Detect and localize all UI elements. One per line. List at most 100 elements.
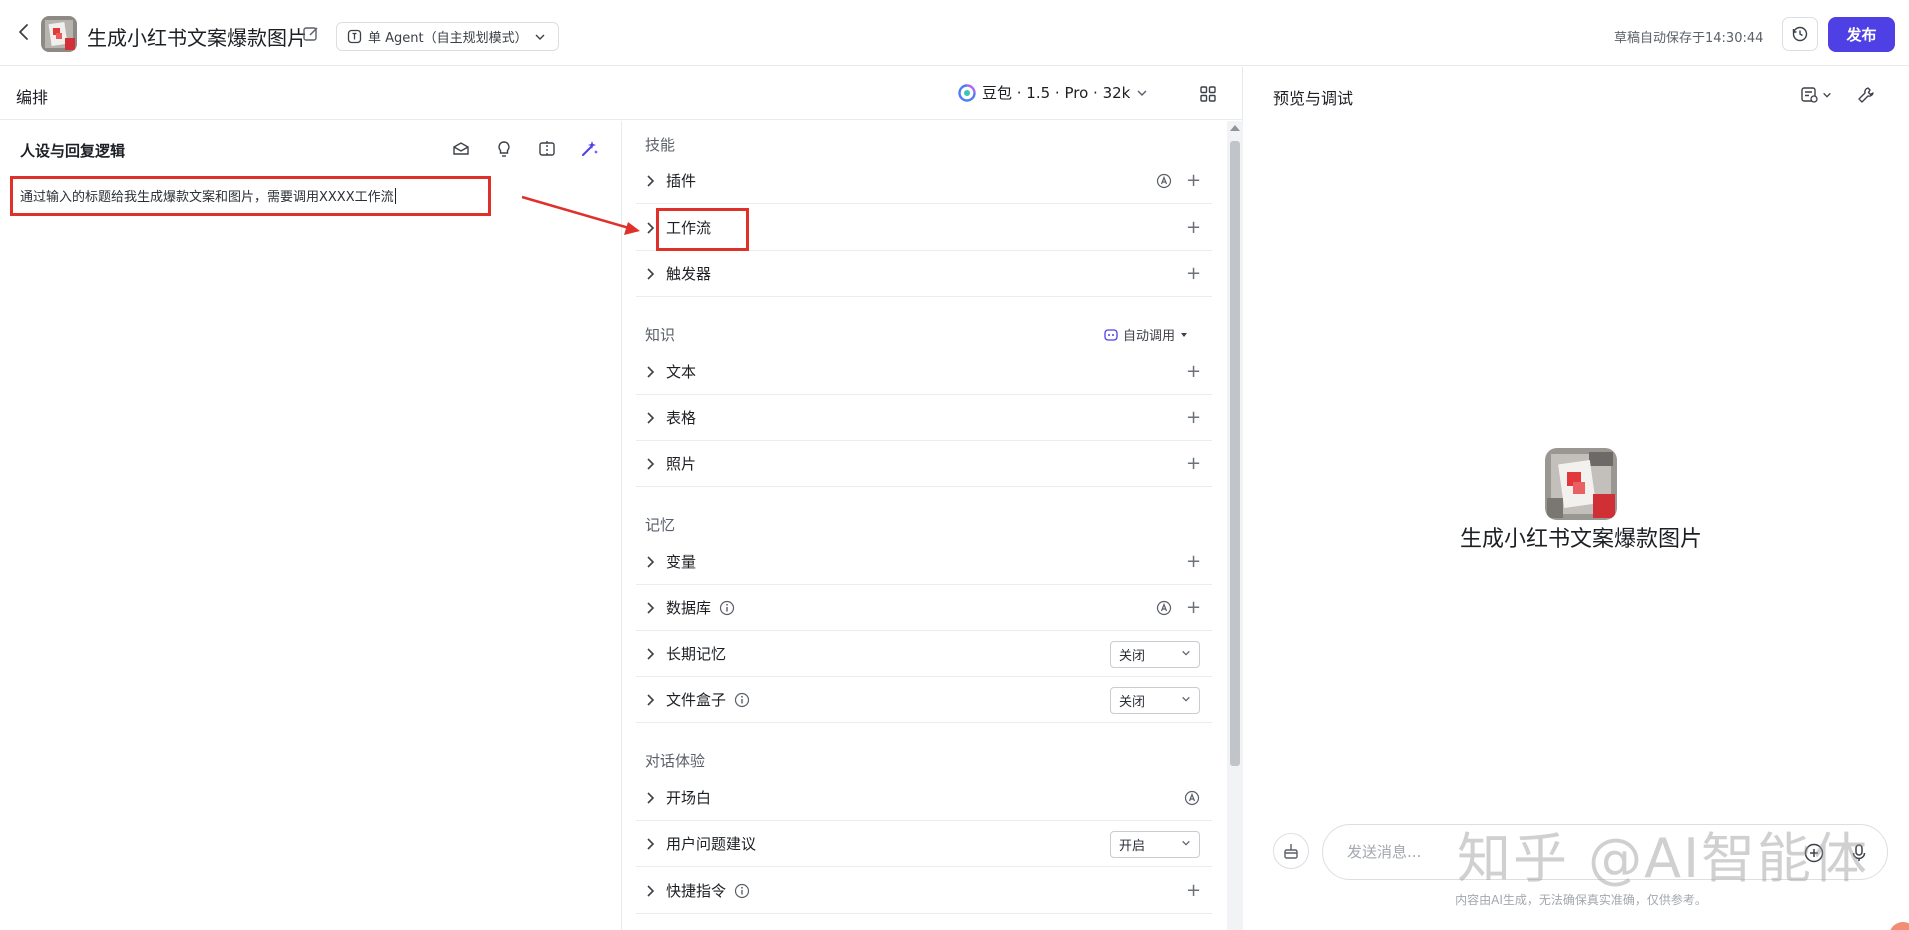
row-actions: + bbox=[1186, 205, 1201, 251]
capability-row[interactable]: 变量 + bbox=[636, 539, 1212, 585]
add-plus-icon[interactable]: + bbox=[1186, 172, 1201, 190]
chevron-right-icon[interactable] bbox=[646, 693, 660, 707]
capability-label: 开场白 bbox=[666, 789, 712, 807]
capability-row[interactable]: 照片 + bbox=[636, 441, 1212, 487]
capability-row[interactable]: 数据库 + bbox=[636, 585, 1212, 631]
capability-label: 快捷指令 bbox=[666, 882, 727, 900]
chevron-down-icon bbox=[1181, 647, 1191, 662]
model-selector[interactable]: 豆包 · 1.5 · Pro · 32k bbox=[958, 82, 1148, 103]
row-actions: + bbox=[1186, 441, 1201, 487]
watermark: 知乎 @AI智能体 bbox=[1457, 827, 1870, 890]
capability-row[interactable]: 表格 + bbox=[636, 395, 1212, 441]
capability-row[interactable]: 长期记忆 关闭 bbox=[636, 631, 1212, 677]
scrollbar[interactable] bbox=[1227, 121, 1243, 930]
auto-call-selector[interactable]: 自动调用 bbox=[1104, 325, 1188, 344]
capability-row[interactable]: 触发器 + bbox=[636, 251, 1212, 297]
persona-title: 人设与回复逻辑 bbox=[20, 142, 126, 160]
agent-mode-selector[interactable]: 单 Agent（自主规划模式） bbox=[336, 22, 559, 51]
capability-row[interactable]: 快捷指令 + bbox=[636, 868, 1212, 914]
compare-icon[interactable] bbox=[536, 138, 558, 160]
persona-section: 人设与回复逻辑 通过输入的标题给我生成爆款文案和图片，需要调用XXXX工作流 bbox=[0, 121, 622, 930]
layout-grid-icon[interactable] bbox=[1198, 84, 1218, 104]
row-actions: 关闭 bbox=[1110, 677, 1200, 723]
chevron-down-icon bbox=[1137, 90, 1147, 96]
chevron-right-icon[interactable] bbox=[646, 884, 660, 898]
row-actions: + bbox=[1156, 585, 1201, 631]
wrench-icon[interactable] bbox=[1856, 85, 1876, 105]
toggle-select[interactable]: 开启 bbox=[1110, 830, 1200, 858]
capability-label: 数据库 bbox=[666, 599, 712, 617]
row-actions: + bbox=[1186, 349, 1201, 395]
persona-prompt-text: 通过输入的标题给我生成爆款文案和图片，需要调用XXXX工作流 bbox=[20, 190, 394, 205]
caret-down-icon bbox=[1181, 332, 1188, 337]
add-plus-icon[interactable]: + bbox=[1186, 599, 1201, 617]
agent-mode-label: 单 Agent（自主规划模式） bbox=[368, 31, 528, 46]
chevron-right-icon[interactable] bbox=[646, 411, 660, 425]
scroll-up-icon[interactable] bbox=[1230, 125, 1240, 131]
capability-row[interactable]: 开场白 bbox=[636, 775, 1212, 821]
capability-label: 表格 bbox=[666, 409, 697, 427]
select-value: 关闭 bbox=[1119, 648, 1146, 664]
debug-detail-icon[interactable] bbox=[1800, 85, 1836, 105]
floating-assistant-button[interactable] bbox=[1889, 922, 1909, 930]
scrollbar-thumb[interactable] bbox=[1230, 141, 1240, 766]
select-value: 开启 bbox=[1119, 838, 1146, 854]
add-plus-icon[interactable]: + bbox=[1186, 455, 1201, 473]
add-plus-icon[interactable]: + bbox=[1186, 409, 1201, 427]
lightbulb-icon[interactable] bbox=[493, 138, 515, 160]
row-actions: + bbox=[1186, 539, 1201, 585]
add-plus-icon[interactable]: + bbox=[1186, 882, 1201, 900]
row-actions: + bbox=[1186, 868, 1201, 914]
select-value: 关闭 bbox=[1119, 694, 1146, 710]
chevron-right-icon[interactable] bbox=[646, 174, 660, 188]
publish-button[interactable]: 发布 bbox=[1828, 17, 1895, 52]
ai-optimize-icon[interactable] bbox=[578, 138, 600, 160]
chevron-right-icon[interactable] bbox=[646, 267, 660, 281]
skills-section-title: 技能 bbox=[645, 136, 676, 154]
back-arrow-icon[interactable] bbox=[14, 22, 34, 42]
chevron-right-icon[interactable] bbox=[646, 365, 660, 379]
workflow-annotation-box bbox=[656, 208, 749, 251]
edit-icon[interactable] bbox=[302, 25, 320, 43]
persona-prompt-input[interactable]: 通过输入的标题给我生成爆款文案和图片，需要调用XXXX工作流 bbox=[10, 176, 491, 216]
chevron-right-icon[interactable] bbox=[646, 555, 660, 569]
bot-avatar-large bbox=[1545, 448, 1617, 520]
add-plus-icon[interactable]: + bbox=[1186, 363, 1201, 381]
capability-row[interactable]: 用户问题建议 开启 bbox=[636, 821, 1212, 867]
toggle-select[interactable]: 关闭 bbox=[1110, 640, 1200, 668]
toggle-select[interactable]: 关闭 bbox=[1110, 686, 1200, 714]
row-actions: 关闭 bbox=[1110, 631, 1200, 677]
history-icon bbox=[1792, 26, 1808, 42]
draft-save-status: 草稿自动保存于14:30:44 bbox=[1614, 31, 1764, 46]
row-actions: + bbox=[1186, 251, 1201, 297]
chevron-down-icon bbox=[1823, 92, 1831, 98]
chevron-right-icon[interactable] bbox=[646, 837, 660, 851]
auto-mode-icon[interactable] bbox=[1156, 173, 1172, 189]
doubao-logo-icon bbox=[958, 83, 976, 102]
bot-avatar-small[interactable] bbox=[41, 16, 77, 52]
prompt-library-icon[interactable] bbox=[450, 138, 472, 160]
chevron-right-icon[interactable] bbox=[646, 457, 660, 471]
broom-icon bbox=[1284, 844, 1298, 859]
chevron-right-icon[interactable] bbox=[646, 647, 660, 661]
capability-label: 变量 bbox=[666, 553, 697, 571]
auto-mode-icon[interactable] bbox=[1156, 600, 1172, 616]
chevron-right-icon[interactable] bbox=[646, 601, 660, 615]
info-icon[interactable] bbox=[734, 883, 750, 899]
capability-row[interactable]: 插件 + bbox=[636, 158, 1212, 204]
capability-row[interactable]: 文件盒子 关闭 bbox=[636, 677, 1212, 723]
auto-mode-icon[interactable] bbox=[1184, 790, 1200, 806]
annotation-arrow bbox=[521, 195, 640, 235]
row-actions: + bbox=[1156, 158, 1201, 204]
info-icon[interactable] bbox=[719, 600, 735, 616]
history-button[interactable] bbox=[1782, 17, 1818, 51]
row-actions bbox=[1184, 775, 1200, 821]
chevron-right-icon[interactable] bbox=[646, 791, 660, 805]
add-plus-icon[interactable]: + bbox=[1186, 265, 1201, 283]
info-icon[interactable] bbox=[734, 692, 750, 708]
add-plus-icon[interactable]: + bbox=[1186, 219, 1201, 237]
add-plus-icon[interactable]: + bbox=[1186, 553, 1201, 571]
capability-label: 插件 bbox=[666, 172, 697, 190]
capability-row[interactable]: 文本 + bbox=[636, 349, 1212, 395]
clear-history-button[interactable] bbox=[1273, 833, 1309, 869]
